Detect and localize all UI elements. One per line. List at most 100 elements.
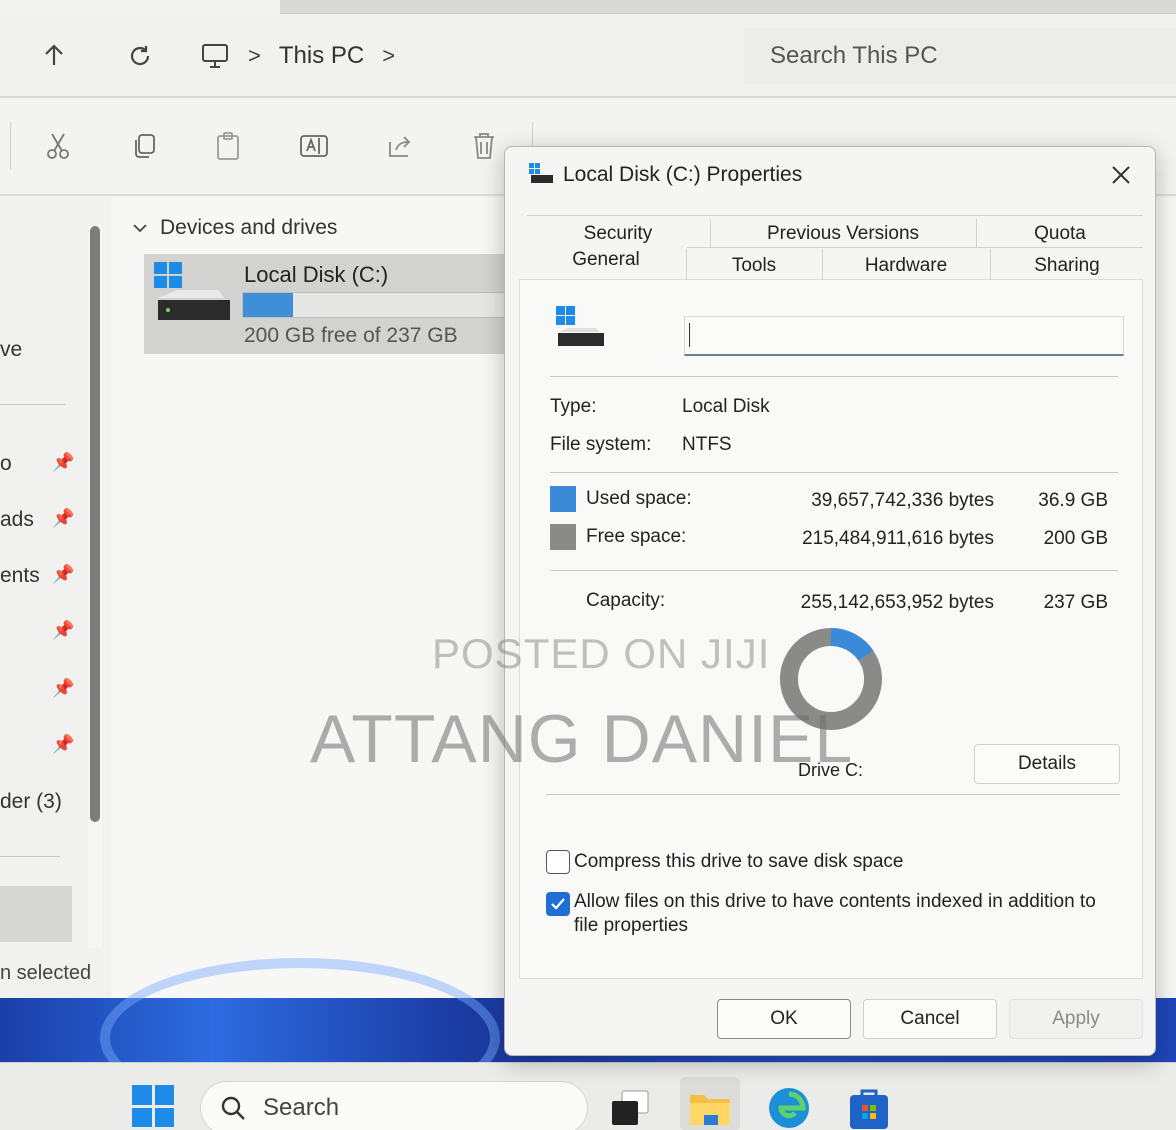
nav-item-partial[interactable]: o xyxy=(0,452,12,476)
taskbar-active-app[interactable] xyxy=(680,1077,740,1130)
scrollbar-thumb[interactable] xyxy=(90,226,100,822)
type-label: Type: xyxy=(550,396,597,417)
apply-button[interactable]: Apply xyxy=(1009,999,1143,1039)
start-button[interactable] xyxy=(132,1085,174,1127)
taskbar-search-label: Search xyxy=(263,1094,340,1121)
pin-icon: 📌 xyxy=(52,620,75,640)
cut-button[interactable] xyxy=(40,128,76,164)
toolbar-divider xyxy=(10,122,11,170)
nav-divider xyxy=(0,856,60,857)
free-space-label: Free space: xyxy=(586,526,687,547)
rename-button[interactable] xyxy=(296,128,332,164)
nav-item-documents[interactable]: ents xyxy=(0,564,40,588)
general-tab-panel: Type: Local Disk File system: NTFS Used … xyxy=(519,279,1143,979)
close-button[interactable] xyxy=(1101,157,1141,193)
address-bar[interactable]: > This PC > xyxy=(200,28,728,84)
paste-button[interactable] xyxy=(210,128,246,164)
used-space-bytes: 39,657,742,336 bytes xyxy=(811,490,994,511)
free-space-gb: 200 GB xyxy=(1043,528,1108,549)
navigation-pane: ve o 📌 ads 📌 ents 📌 📌 📌 📌 der (3) xyxy=(0,198,110,998)
nav-item-selected[interactable] xyxy=(0,886,72,942)
drive-icon xyxy=(529,163,553,183)
taskbar-search[interactable]: Search xyxy=(200,1081,588,1130)
folder-icon xyxy=(690,1095,730,1125)
details-button[interactable]: Details xyxy=(974,744,1120,784)
index-label-line2[interactable]: file properties xyxy=(574,914,688,938)
copy-icon xyxy=(135,134,155,158)
rename-icon xyxy=(300,135,328,157)
windows-logo-tile xyxy=(132,1107,152,1127)
ok-button[interactable]: OK xyxy=(717,999,851,1039)
search-icon xyxy=(221,1096,245,1120)
section-divider xyxy=(546,794,1120,795)
tab-hardware[interactable]: Hardware xyxy=(823,255,989,277)
breadcrumb-separator: > xyxy=(248,43,261,68)
drive-name: Local Disk (C:) xyxy=(244,262,389,287)
tab-quota[interactable]: Quota xyxy=(977,223,1143,245)
windows-logo-tile xyxy=(154,1085,174,1105)
windows-logo-tile xyxy=(132,1085,152,1105)
clipboard-icon xyxy=(217,132,239,160)
section-divider xyxy=(550,376,1118,377)
tab-sharing[interactable]: Sharing xyxy=(991,255,1143,277)
pin-icon: 📌 xyxy=(52,508,75,528)
refresh-button[interactable] xyxy=(120,36,160,76)
tab-general[interactable]: General xyxy=(527,249,685,271)
volume-label-input[interactable] xyxy=(684,316,1124,356)
index-label-line1[interactable]: Allow files on this drive to have conten… xyxy=(574,890,1096,914)
free-space-swatch xyxy=(550,524,576,550)
index-checkbox[interactable] xyxy=(546,892,570,916)
tab-security[interactable]: Security xyxy=(527,223,709,245)
search-placeholder: Search This PC xyxy=(770,42,938,69)
file-system-value: NTFS xyxy=(682,434,732,455)
pin-icon: 📌 xyxy=(52,734,75,754)
tab-previous-versions[interactable]: Previous Versions xyxy=(711,223,975,245)
capacity-gb: 237 GB xyxy=(1043,592,1108,613)
cancel-button[interactable]: Cancel xyxy=(863,999,997,1039)
task-view-icon[interactable] xyxy=(608,1085,654,1130)
dialog-title: Local Disk (C:) Properties xyxy=(563,163,803,186)
pin-icon: 📌 xyxy=(52,564,75,584)
title-strip xyxy=(280,0,1176,14)
store-icon[interactable] xyxy=(846,1085,892,1130)
compress-label[interactable]: Compress this drive to save disk space xyxy=(574,850,903,874)
taskbar: Search xyxy=(0,1062,1176,1130)
nav-item-partial[interactable]: ve xyxy=(0,338,22,362)
capacity-bytes: 255,142,653,952 bytes xyxy=(800,592,994,613)
monitor-icon xyxy=(202,44,228,68)
drive-icon xyxy=(154,262,230,320)
text-caret xyxy=(689,323,690,347)
tab-border xyxy=(687,247,1143,248)
checkmark-icon xyxy=(551,898,565,910)
capacity-label: Capacity: xyxy=(586,590,666,611)
nav-scrollbar[interactable] xyxy=(88,226,102,948)
compress-checkbox[interactable] xyxy=(546,850,570,874)
share-button[interactable] xyxy=(382,128,418,164)
address-row: > This PC > Search This PC xyxy=(0,14,1176,98)
breadcrumb-separator[interactable]: > xyxy=(382,43,395,69)
tab-border xyxy=(527,215,1143,216)
trash-icon xyxy=(474,133,494,159)
nav-item-downloads[interactable]: ads xyxy=(0,508,34,532)
up-button[interactable] xyxy=(34,36,74,76)
arrow-up-icon xyxy=(45,44,63,65)
copy-button[interactable] xyxy=(126,128,162,164)
windows-logo-tile xyxy=(154,1107,174,1127)
drive-free-text: 200 GB free of 237 GB xyxy=(244,324,458,347)
section-divider xyxy=(550,472,1118,473)
breadcrumb-this-pc[interactable]: This PC xyxy=(279,42,364,70)
delete-button[interactable] xyxy=(466,128,502,164)
refresh-icon xyxy=(130,46,150,66)
section-divider xyxy=(550,570,1118,571)
drive-tile-c[interactable]: Local Disk (C:) 200 GB free of 237 GB xyxy=(144,254,564,354)
group-header-label: Devices and drives xyxy=(160,216,338,239)
edge-icon[interactable] xyxy=(766,1085,812,1130)
watermark-line2: ATTANG DANIEL xyxy=(310,701,854,777)
group-header[interactable]: Devices and drives xyxy=(132,216,337,240)
file-system-label: File system: xyxy=(550,434,652,455)
search-input[interactable]: Search This PC xyxy=(744,28,1176,84)
tab-tools[interactable]: Tools xyxy=(687,255,821,277)
free-space-bytes: 215,484,911,616 bytes xyxy=(802,528,994,549)
nav-item-folder[interactable]: der (3) xyxy=(0,790,62,814)
used-space-gb: 36.9 GB xyxy=(1038,490,1108,511)
